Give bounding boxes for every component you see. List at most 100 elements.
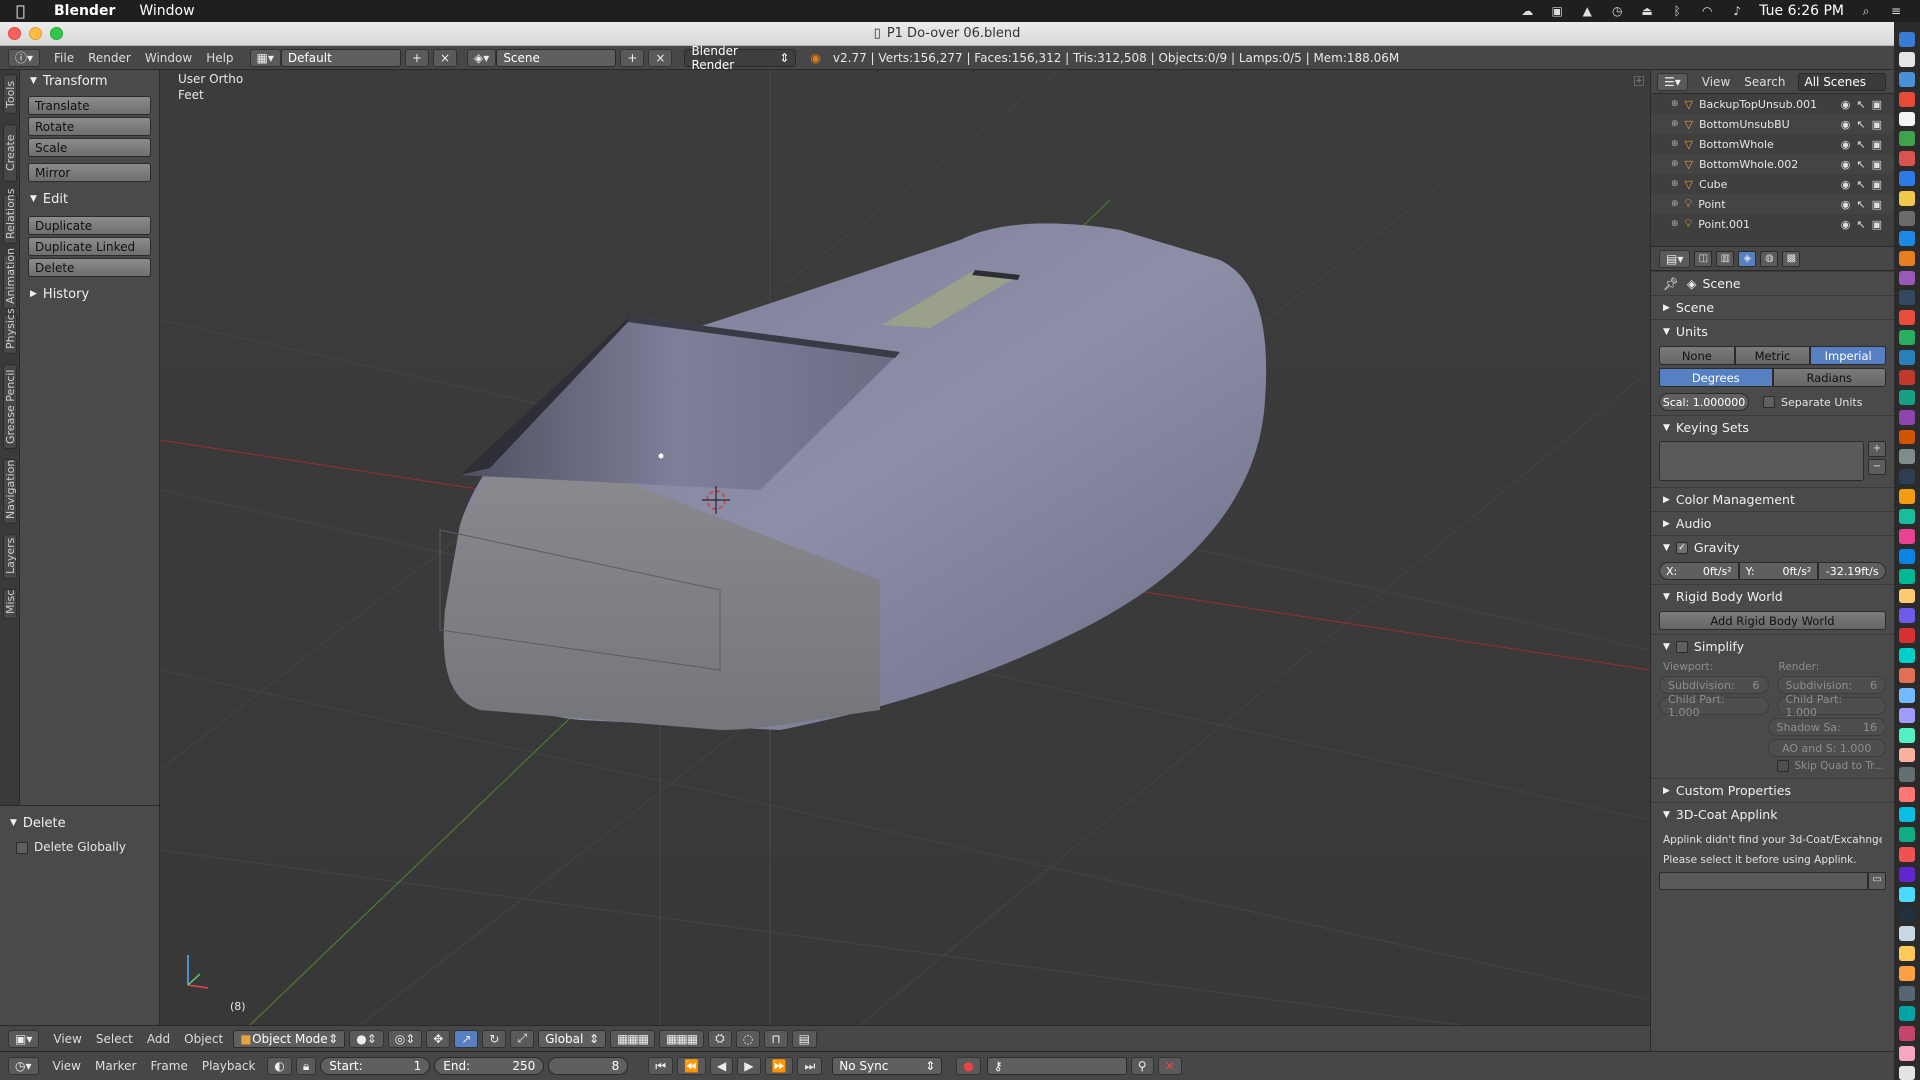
- keying-sets-panel-header[interactable]: ▼ Keying Sets: [1651, 415, 1894, 439]
- dock-app-icon[interactable]: [1899, 191, 1915, 206]
- transform-panel-header[interactable]: ▼ Transform: [20, 70, 159, 92]
- eye-icon[interactable]: ◉: [1841, 138, 1851, 151]
- dock-app-icon[interactable]: [1899, 628, 1915, 644]
- pin-icon[interactable]: 📌︎: [1663, 276, 1679, 292]
- expand-icon[interactable]: ⊕: [1671, 179, 1679, 189]
- drive-icon[interactable]: ▲: [1579, 4, 1595, 18]
- dock-app-icon[interactable]: [1899, 906, 1915, 922]
- dock-app-icon[interactable]: [1899, 787, 1915, 803]
- unit-metric-button[interactable]: Metric: [1734, 346, 1811, 365]
- dock-app-icon[interactable]: [1899, 350, 1915, 365]
- dock-app-icon[interactable]: [1899, 548, 1915, 564]
- eye-icon[interactable]: ◉: [1841, 178, 1851, 191]
- camera-render-icon[interactable]: ▣: [1872, 138, 1882, 151]
- editor-type-button[interactable]: ▣▾: [8, 1029, 40, 1048]
- camera-render-icon[interactable]: ▣: [1872, 158, 1882, 171]
- tab-grease-pencil[interactable]: Grease Pencil: [3, 364, 17, 449]
- duplicate-button[interactable]: Duplicate: [28, 216, 151, 235]
- plus-icon[interactable]: +: [1634, 76, 1644, 86]
- dock-app-icon[interactable]: [1899, 687, 1915, 703]
- dock-app-icon[interactable]: [1899, 648, 1915, 663]
- add-keying-set-button[interactable]: +: [1868, 441, 1886, 457]
- preview-range-icon[interactable]: ◐: [267, 1057, 292, 1075]
- delete-keyframe-icon[interactable]: ✕: [1157, 1057, 1182, 1075]
- snap-icon[interactable]: ⊓: [764, 1029, 788, 1048]
- rigid-body-world-panel-header[interactable]: ▼ Rigid Body World: [1651, 584, 1894, 608]
- tab-layers[interactable]: Layers: [3, 534, 17, 579]
- eject-icon[interactable]: ⏏: [1639, 4, 1655, 18]
- camera-render-icon[interactable]: ▣: [1872, 118, 1882, 131]
- scale-button[interactable]: Scale: [28, 138, 151, 157]
- end-frame-field[interactable]: End: 250: [434, 1057, 545, 1075]
- camera-render-icon[interactable]: ▣: [1872, 218, 1882, 231]
- dock-app-icon[interactable]: [1899, 171, 1915, 186]
- window-menu[interactable]: Window: [139, 3, 194, 19]
- editor-type-button[interactable]: ▤▾: [1659, 249, 1691, 268]
- dock-app-icon[interactable]: [1899, 489, 1915, 504]
- scene-tab-icon[interactable]: ◈: [1738, 250, 1757, 267]
- delete-panel-header[interactable]: ▼ Delete: [0, 812, 159, 834]
- play-icon[interactable]: ▶: [737, 1057, 761, 1075]
- dock-app-icon[interactable]: [1899, 270, 1915, 286]
- camera-icon[interactable]: ▣: [1549, 4, 1565, 18]
- dock-app-icon[interactable]: [1899, 151, 1915, 167]
- dock-app-icon[interactable]: [1899, 449, 1915, 465]
- outliner-item[interactable]: ⊕ ▽ BottomUnsubBU ◉ ↖ ▣: [1651, 114, 1894, 134]
- eye-icon[interactable]: ◉: [1841, 218, 1851, 231]
- outliner-item[interactable]: ⊕ ▽ BottomWhole.002 ◉ ↖ ▣: [1651, 154, 1894, 174]
- zoom-window-button[interactable]: [50, 27, 63, 40]
- app-menu[interactable]: Blender: [54, 3, 115, 19]
- dock-app-icon[interactable]: [1899, 389, 1915, 405]
- dock-app-icon[interactable]: [1899, 707, 1915, 723]
- delete-globally-checkbox[interactable]: [16, 841, 28, 854]
- translate-manipulator[interactable]: ↗: [454, 1029, 479, 1048]
- rotate-manipulator[interactable]: ↻: [482, 1029, 507, 1048]
- dock-app-icon[interactable]: [1899, 827, 1915, 842]
- dock-app-icon[interactable]: [1899, 230, 1915, 246]
- wifi-icon[interactable]: ◠: [1699, 4, 1715, 18]
- dock-app-icon[interactable]: [1899, 250, 1915, 266]
- editor-type-button[interactable]: ◷▾: [8, 1057, 39, 1075]
- dock-app-icon[interactable]: [1899, 509, 1915, 524]
- dock-app-icon[interactable]: [1899, 966, 1915, 981]
- volume-icon[interactable]: ♪: [1729, 4, 1745, 18]
- tab-relations[interactable]: Relations: [3, 188, 17, 244]
- bluetooth-icon[interactable]: ᛒ: [1669, 4, 1685, 18]
- notification-icon[interactable]: ≡: [1888, 4, 1904, 18]
- tab-navigation[interactable]: Navigation: [3, 459, 17, 524]
- dock-app-icon[interactable]: [1899, 111, 1915, 127]
- dock-app-icon[interactable]: [1899, 1045, 1915, 1061]
- outliner-item[interactable]: ⊕ ▽ Cube ◉ ↖ ▣: [1651, 174, 1894, 194]
- scene-icon[interactable]: ◈▾: [467, 48, 497, 67]
- render-engine-dropdown[interactable]: Blender Render ⇕: [684, 44, 797, 72]
- folder-icon[interactable]: ▭: [1868, 872, 1886, 890]
- insert-keyframe-icon[interactable]: ⚲: [1130, 1057, 1154, 1075]
- translate-button[interactable]: Translate: [28, 96, 151, 115]
- render-subdivision-field[interactable]: Subdivision: 6: [1776, 676, 1886, 694]
- add-rigid-body-world-button[interactable]: Add Rigid Body World: [1659, 611, 1886, 630]
- tab-misc[interactable]: Misc: [3, 589, 17, 619]
- dock-app-icon[interactable]: [1899, 369, 1915, 385]
- rotate-button[interactable]: Rotate: [28, 117, 151, 136]
- pivot-dropdown[interactable]: ◎⇕: [387, 1029, 423, 1048]
- current-frame-field[interactable]: 8: [548, 1057, 629, 1075]
- color-management-panel-header[interactable]: ▶ Color Management: [1651, 487, 1894, 511]
- add-scene-button[interactable]: +: [620, 48, 645, 67]
- delete-button[interactable]: Delete: [28, 258, 151, 277]
- dock-app-icon[interactable]: [1899, 51, 1915, 67]
- scene-field[interactable]: Scene: [496, 48, 617, 67]
- render-icon[interactable]: ▤: [791, 1029, 817, 1048]
- render-tab-icon[interactable]: ◫: [1694, 250, 1713, 267]
- 3d-viewport[interactable]: User Ortho Feet (8) +: [160, 70, 1650, 1025]
- start-frame-field[interactable]: Start: 1: [320, 1057, 431, 1075]
- degrees-button[interactable]: Degrees: [1659, 368, 1773, 387]
- unit-imperial-button[interactable]: Imperial: [1810, 346, 1887, 365]
- dock-app-icon[interactable]: [1899, 986, 1915, 1001]
- gravity-x-field[interactable]: X: 0ft/s²: [1659, 562, 1739, 580]
- dock-app-icon[interactable]: [1899, 71, 1915, 87]
- history-panel-header[interactable]: ▶ History: [20, 283, 159, 305]
- menu-frame[interactable]: Frame: [150, 1059, 187, 1073]
- unit-none-button[interactable]: None: [1659, 346, 1735, 365]
- ao-sss-field[interactable]: AO and S: 1.000: [1767, 739, 1886, 757]
- dock-app-icon[interactable]: [1899, 91, 1915, 107]
